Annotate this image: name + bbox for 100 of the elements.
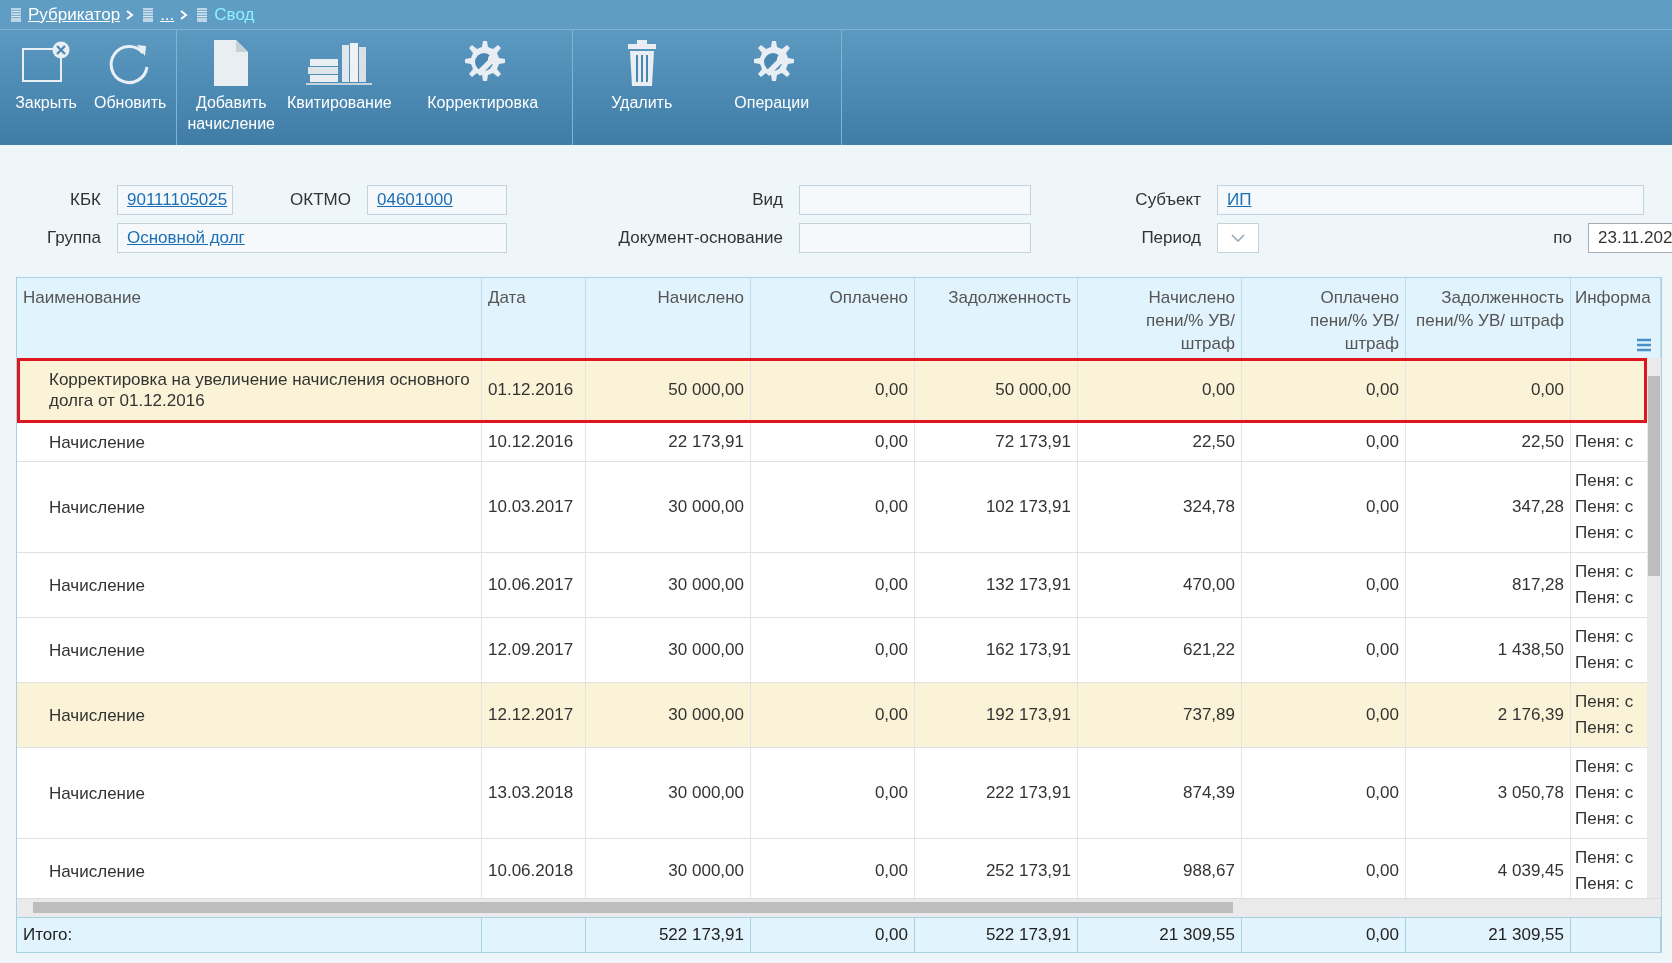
table-cell: 10.06.2017 <box>482 553 586 617</box>
list-icon <box>142 7 155 22</box>
list-icon <box>10 7 22 22</box>
table-cell: 50 000,00 <box>915 358 1078 422</box>
toolbar-button[interactable]: Удалить <box>576 30 707 145</box>
table-cell-text: Пеня: с <box>1575 522 1634 544</box>
table-cell: 874,39 <box>1078 748 1242 838</box>
table-cell: 162 173,91 <box>915 618 1078 682</box>
table-cell: Начисление <box>17 748 482 838</box>
table-row[interactable]: Начисление 10.03.2017 30 000,00 0,00 102 173,91 324,78 0,00 347,28 Пеня: с Пеня: с Пеня: с <box>17 462 1647 553</box>
table-cell-text: Пеня: с <box>1575 847 1634 869</box>
total-cell: 0,00 <box>751 918 915 952</box>
toolbar-button[interactable]: Квитирование <box>281 30 398 145</box>
table-cell: Начисление <box>17 553 482 617</box>
type-field[interactable] <box>799 185 1031 215</box>
table-cell: 0,00 <box>1242 618 1406 682</box>
table-cell: 0,00 <box>1242 462 1406 552</box>
table-cell: 22,50 <box>1078 423 1242 461</box>
toolbar-button[interactable]: Закрыть <box>4 30 88 145</box>
table-cell: 621,22 <box>1078 618 1242 682</box>
kbk-field[interactable]: 90111105025 <box>117 185 233 215</box>
table-cell: 01.12.2016 <box>482 358 586 422</box>
toolbar-button[interactable]: Обновить <box>88 30 173 145</box>
field-label: КБК <box>69 190 102 210</box>
table-cell: Начисление <box>17 462 482 552</box>
total-cell: 21 309,55 <box>1406 918 1571 952</box>
table-cell: 470,00 <box>1078 553 1242 617</box>
table-cell: 0,00 <box>751 618 915 682</box>
table-cell-text: Пеня: с <box>1575 431 1634 453</box>
table-cell: 0,00 <box>1242 683 1406 747</box>
table-cell-text: Пеня: с <box>1575 808 1634 830</box>
toolbar-button[interactable]: Корректировка <box>397 30 568 145</box>
table-cell: 1 438,50 <box>1406 618 1571 682</box>
field-label: Субъект <box>1134 190 1202 210</box>
table-cell: 13.03.2018 <box>482 748 586 838</box>
period-dropdown[interactable] <box>1217 223 1259 253</box>
table-cell: 0,00 <box>751 553 915 617</box>
table-cell: 0,00 <box>1242 358 1406 422</box>
table-cell: 737,89 <box>1078 683 1242 747</box>
toolbar-button[interactable]: Добавить начисление <box>181 30 281 145</box>
field-label: Период <box>1140 228 1202 248</box>
table-cell: 30 000,00 <box>586 683 751 747</box>
table-cell: 192 173,91 <box>915 683 1078 747</box>
table-row[interactable]: Начисление 13.03.2018 30 000,00 0,00 222 173,91 874,39 0,00 3 050,78 Пеня: с Пеня: с Пеня: с <box>17 748 1647 839</box>
field-label: Документ-основание <box>617 228 784 248</box>
table-cell: 72 173,91 <box>915 423 1078 461</box>
table-cell-text: Пеня: с <box>1575 691 1634 713</box>
table-cell: 0,00 <box>751 462 915 552</box>
table-cell: 10.03.2017 <box>482 462 586 552</box>
table-cell: 22 173,91 <box>586 423 751 461</box>
field-label: ОКТМО <box>289 190 352 210</box>
table-cell: 0,00 <box>751 423 915 461</box>
breadcrumb-current: Свод <box>214 4 255 25</box>
table-cell-text: Пеня: с <box>1575 782 1634 804</box>
subject-field[interactable]: ИП <box>1217 185 1644 215</box>
table-cell-text: Пеня: с <box>1575 717 1634 739</box>
toolbar-button[interactable]: Операции <box>706 30 837 145</box>
table-cell: 3 050,78 <box>1406 748 1571 838</box>
chevron-icon <box>180 9 189 20</box>
total-cell: 0,00 <box>1242 918 1406 952</box>
table-cell-text: Пеня: с <box>1575 470 1634 492</box>
table-cell: 0,00 <box>751 683 915 747</box>
table-cell-text: Пеня: с <box>1575 873 1634 895</box>
table-cell-text: Пеня: с <box>1575 626 1634 648</box>
oktmo-field[interactable]: 04601000 <box>367 185 507 215</box>
total-cell: 522 173,91 <box>586 918 751 952</box>
table-cell: 0,00 <box>1078 358 1242 422</box>
horizontal-scrollbar[interactable] <box>17 898 1661 917</box>
caret-icon <box>1231 234 1245 242</box>
table-cell: 12.09.2017 <box>482 618 586 682</box>
table-cell-text: Пеня: с <box>1575 652 1634 674</box>
table-cell: 0,00 <box>1242 553 1406 617</box>
table-cell: Начисление <box>17 423 482 461</box>
field-label: по <box>1552 228 1573 248</box>
table-cell: Корректировка на увеличение начисления основного долга от 01.12.2016 <box>17 358 482 422</box>
total-cell: 522 173,91 <box>915 918 1078 952</box>
total-cell: 21 309,55 <box>1078 918 1242 952</box>
selected-row[interactable]: Корректировка на увеличение начисления основного долга от 01.12.2016 01.12.2016 50 000,00 0,00 50 000,00 0,00 0,00 0,00 <box>17 358 1647 423</box>
document-field[interactable] <box>799 223 1031 253</box>
table-cell: 30 000,00 <box>586 618 751 682</box>
table-cell: 0,00 <box>1242 748 1406 838</box>
menu-icon[interactable] <box>1637 338 1651 352</box>
table-cell: 102 173,91 <box>915 462 1078 552</box>
table-cell: 22,50 <box>1406 423 1571 461</box>
table-cell: 10.12.2016 <box>482 423 586 461</box>
table-cell: 0,00 <box>1242 423 1406 461</box>
group-field[interactable]: Основной долг <box>117 223 507 253</box>
table-cell-text: Пеня: с <box>1575 561 1634 583</box>
table-cell: 0,00 <box>751 748 915 838</box>
vertical-scrollbar[interactable] <box>1647 358 1661 898</box>
table-cell: 132 173,91 <box>915 553 1078 617</box>
table-cell: 817,28 <box>1406 553 1571 617</box>
table-cell: Начисление <box>17 618 482 682</box>
table-cell: 347,28 <box>1406 462 1571 552</box>
chevron-icon <box>126 9 135 20</box>
table-row[interactable]: Начисление 10.12.2016 22 173,91 0,00 72 173,91 22,50 0,00 22,50 Пеня: с <box>17 423 1647 462</box>
table-cell: 2 176,39 <box>1406 683 1571 747</box>
date-field[interactable]: 23.11.202 <box>1588 223 1672 253</box>
table-cell: 324,78 <box>1078 462 1242 552</box>
total-label: Итого: <box>17 918 482 952</box>
